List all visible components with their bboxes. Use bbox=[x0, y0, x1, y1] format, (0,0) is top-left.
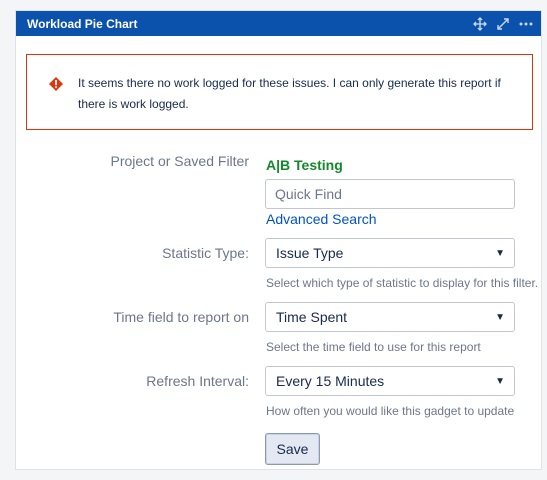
move-icon[interactable] bbox=[473, 16, 487, 31]
refresh-interval-help: How often you would like this gadget to … bbox=[266, 404, 515, 418]
no-work-logged-warning: It seems there no work logged for these … bbox=[26, 54, 533, 130]
header-actions bbox=[473, 16, 533, 31]
selected-project[interactable]: A|B Testing bbox=[266, 157, 343, 173]
advanced-search-link[interactable]: Advanced Search bbox=[266, 211, 377, 227]
refresh-interval-select[interactable]: Every 15 Minutes ▼ bbox=[265, 366, 515, 396]
statistic-type-label: Statistic Type: bbox=[162, 245, 249, 261]
time-field-value: Time Spent bbox=[276, 309, 348, 325]
refresh-interval-value: Every 15 Minutes bbox=[276, 373, 385, 389]
save-button[interactable]: Save bbox=[265, 433, 320, 465]
more-icon[interactable] bbox=[519, 17, 533, 31]
gadget-title: Workload Pie Chart bbox=[27, 16, 138, 31]
maximize-icon[interactable] bbox=[496, 17, 510, 31]
chevron-down-icon: ▼ bbox=[495, 375, 505, 387]
project-filter-label: Project or Saved Filter bbox=[110, 153, 250, 169]
warning-message: It seems there no work logged for these … bbox=[78, 76, 501, 111]
statistic-type-select[interactable]: Issue Type ▼ bbox=[265, 238, 515, 268]
chevron-down-icon: ▼ bbox=[495, 311, 505, 323]
statistic-type-value: Issue Type bbox=[276, 245, 344, 261]
quick-find-input[interactable] bbox=[265, 179, 515, 209]
error-icon bbox=[48, 76, 64, 92]
statistic-type-help: Select which type of statistic to displa… bbox=[266, 276, 539, 290]
time-field-select[interactable]: Time Spent ▼ bbox=[265, 302, 515, 332]
refresh-interval-label: Refresh Interval: bbox=[146, 373, 249, 389]
workload-pie-chart-gadget: Workload Pie Chart It seems there no wor… bbox=[15, 10, 542, 470]
time-field-help: Select the time field to use for this re… bbox=[266, 340, 481, 354]
time-field-label: Time field to report on bbox=[113, 309, 249, 325]
chevron-down-icon: ▼ bbox=[495, 247, 505, 259]
gadget-header: Workload Pie Chart bbox=[16, 11, 541, 36]
